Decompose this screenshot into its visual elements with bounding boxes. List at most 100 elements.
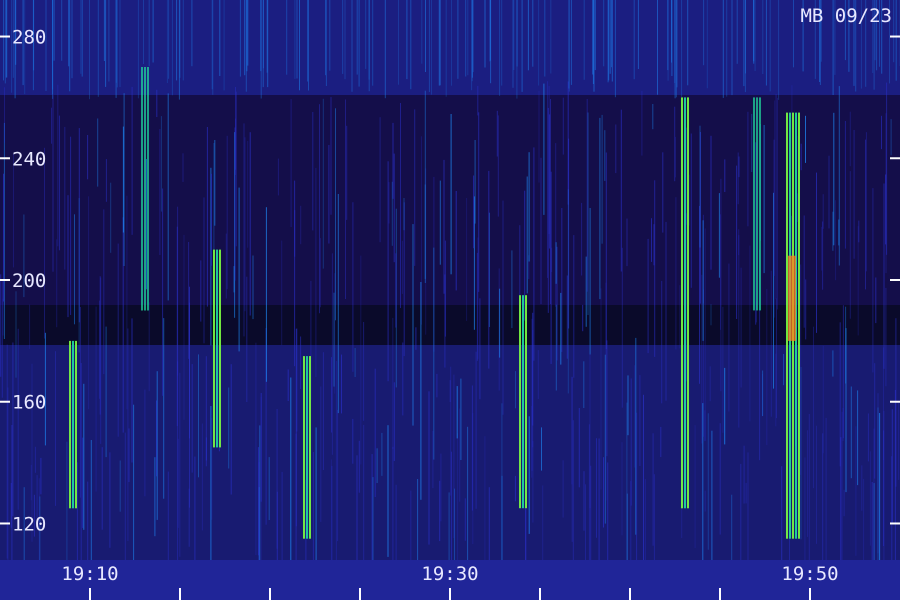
noise-streak <box>685 127 687 225</box>
noise-streak <box>637 0 639 69</box>
noise-streak <box>379 117 381 243</box>
noise-streak <box>194 456 196 560</box>
noise-streak <box>501 0 503 86</box>
noise-streak <box>803 215 805 328</box>
noise-streak <box>392 317 394 450</box>
noise-streak <box>762 370 764 416</box>
noise-streak <box>850 386 852 479</box>
noise-streak <box>420 282 422 500</box>
noise-streak <box>365 0 367 69</box>
noise-streak <box>662 152 664 233</box>
noise-streak <box>53 0 55 61</box>
noise-streak <box>778 0 780 100</box>
noise-streak <box>770 270 772 417</box>
x-tick-label: 19:50 <box>781 563 838 585</box>
noise-streak <box>17 328 19 510</box>
noise-streak <box>376 448 378 483</box>
noise-streak <box>191 0 193 67</box>
noise-streak <box>821 226 823 271</box>
noise-streak <box>832 211 834 251</box>
noise-streak <box>15 291 17 378</box>
noise-streak <box>849 171 851 319</box>
noise-streak <box>472 413 474 544</box>
noise-streak <box>551 247 553 272</box>
noise-streak <box>80 0 82 74</box>
noise-streak <box>211 0 213 90</box>
noise-streak <box>445 0 447 97</box>
noise-streak <box>835 200 837 281</box>
noise-streak <box>633 0 635 80</box>
noise-streak <box>438 0 440 86</box>
noise-streak <box>300 205 302 245</box>
noise-streak <box>885 113 887 274</box>
noise-streak <box>189 286 190 439</box>
noise-streak <box>898 400 900 480</box>
noise-streak <box>720 178 722 392</box>
noise-streak <box>661 280 663 404</box>
noise-streak <box>156 89 158 117</box>
noise-streak <box>87 481 89 560</box>
noise-streak <box>131 318 133 463</box>
noise-streak <box>456 386 458 439</box>
noise-streak <box>388 182 390 224</box>
noise-streak <box>738 156 740 178</box>
noise-streak <box>287 369 289 401</box>
noise-streak <box>704 410 706 442</box>
noise-streak <box>592 0 594 75</box>
noise-streak <box>776 298 777 419</box>
noise-streak <box>171 0 173 96</box>
noise-streak <box>560 292 562 365</box>
noise-streak <box>148 0 150 67</box>
noise-streak <box>514 475 516 502</box>
noise-streak <box>740 463 742 560</box>
y-tick-label: 280 <box>12 27 46 49</box>
noise-streak <box>331 357 332 433</box>
noise-streak <box>583 361 585 408</box>
noise-streak <box>603 0 605 67</box>
noise-streak <box>176 0 178 81</box>
noise-streak <box>210 406 212 560</box>
noise-streak <box>501 403 503 560</box>
event-streak <box>144 67 146 311</box>
noise-streak <box>300 336 302 389</box>
noise-streak <box>238 187 240 352</box>
noise-streak <box>467 0 469 76</box>
noise-streak <box>393 153 395 263</box>
noise-streak <box>857 226 859 336</box>
noise-streak <box>0 274 2 377</box>
noise-streak <box>381 432 383 476</box>
noise-streak <box>203 197 205 344</box>
noise-streak <box>654 180 656 357</box>
noise-streak <box>88 196 90 410</box>
noise-streak <box>484 0 486 68</box>
noise-streak <box>188 242 190 359</box>
noise-streak <box>29 304 31 349</box>
noise-streak <box>245 0 247 92</box>
noise-streak <box>117 243 119 437</box>
noise-streak <box>606 340 608 457</box>
noise-streak <box>342 0 344 74</box>
noise-streak <box>368 0 370 92</box>
noise-streak <box>873 428 875 560</box>
noise-streak <box>81 0 83 77</box>
noise-streak <box>315 427 317 560</box>
noise-streak <box>690 133 692 288</box>
noise-streak <box>401 240 403 294</box>
noise-streak <box>879 413 881 560</box>
noise-streak <box>542 485 544 560</box>
event-streak <box>798 112 800 539</box>
spectrogram-chart: 120 160 200 240 280 19:10 19:30 19:50 MB 09/23 <box>0 0 900 600</box>
noise-streak <box>502 200 504 415</box>
noise-streak <box>466 198 468 321</box>
noise-streak <box>439 0 441 86</box>
noise-streak <box>101 447 103 530</box>
noise-streak <box>833 112 835 246</box>
noise-streak <box>600 288 602 490</box>
noise-streak <box>4 87 5 143</box>
noise-streak <box>201 423 203 531</box>
noise-streak <box>320 386 322 522</box>
event-streak <box>525 295 527 509</box>
noise-streak <box>439 180 441 265</box>
noise-streak <box>800 264 802 475</box>
noise-streak <box>3 173 4 302</box>
